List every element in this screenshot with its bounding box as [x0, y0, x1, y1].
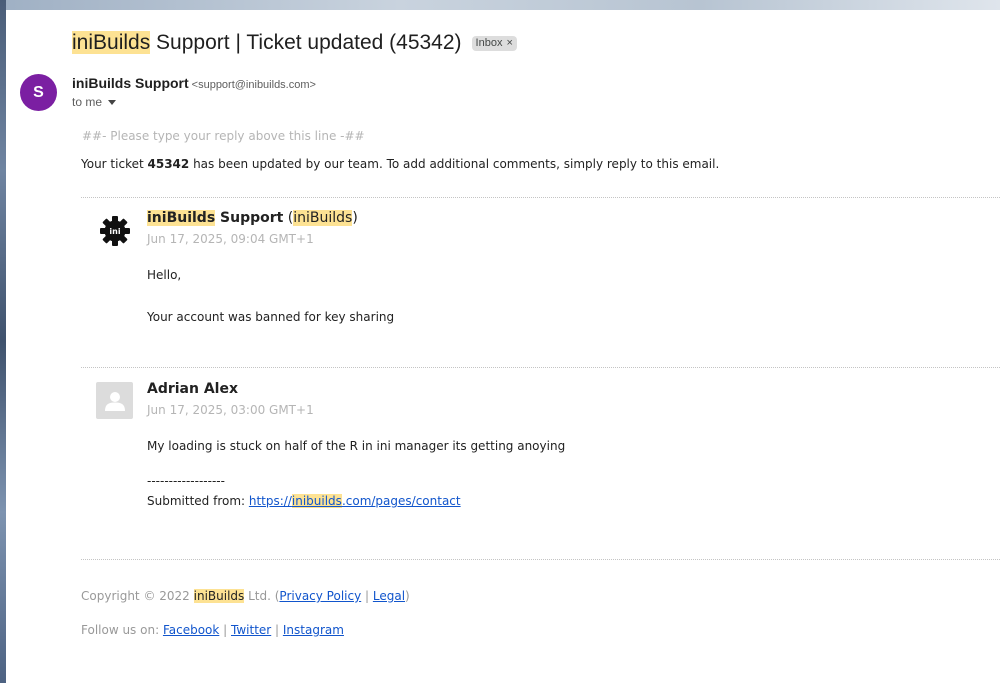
sender-row: iniBuilds Support <support@inibuilds.com> — [72, 75, 316, 93]
inibuilds-gear-logo: ini — [96, 212, 133, 249]
follow-us-label: Follow us on: — [81, 623, 163, 637]
window-left-edge — [0, 0, 6, 683]
entry-author-customer: Adrian Alex — [147, 381, 239, 397]
submitted-from-label: Submitted from: — [147, 494, 249, 508]
sender-email: <support@inibuilds.com> — [191, 79, 316, 91]
instagram-link[interactable]: Instagram — [283, 623, 344, 637]
footer-brand-highlight: iniBuilds — [193, 589, 245, 603]
subject-brand-highlight: iniBuilds — [72, 31, 151, 54]
message-separator: ------------------ — [147, 474, 225, 488]
submitted-from-line: Submitted from: https://inibuilds.com/pa… — [147, 494, 461, 508]
window-top-edge — [0, 0, 1000, 10]
copyright-suffix: Ltd. ( — [244, 589, 280, 603]
ticket-number: 45342 — [147, 157, 190, 171]
subject-row: iniBuilds Support | Ticket updated (4534… — [72, 28, 517, 58]
inbox-label-text: Inbox — [475, 36, 503, 49]
entry-org-close: ) — [352, 210, 358, 226]
divider — [81, 559, 1000, 560]
sender-avatar[interactable]: S — [20, 74, 57, 111]
entry-author-brand: iniBuilds — [147, 210, 216, 226]
entry-message-line: Hello, — [147, 268, 182, 282]
subject-text: Support | Ticket updated (45342) — [150, 31, 462, 54]
entry-author-rest: Support — [215, 210, 284, 226]
entry-date: Jun 17, 2025, 09:04 GMT+1 — [147, 232, 314, 246]
inbox-label-chip[interactable]: Inbox × — [471, 35, 517, 51]
entry-org-name: iniBuilds — [293, 210, 353, 226]
user-avatar-placeholder — [96, 382, 133, 419]
footer-close-paren: ) — [405, 589, 410, 603]
legal-link[interactable]: Legal — [373, 589, 405, 603]
gear-logo-text: ini — [109, 227, 120, 236]
contact-page-link[interactable]: https://inibuilds.com/pages/contact — [249, 494, 461, 508]
link-suffix: .com/pages/contact — [341, 494, 461, 508]
recipient-details-toggle[interactable]: to me — [72, 95, 117, 109]
entry-message-line: Your account was banned for key sharing — [147, 310, 395, 324]
divider — [81, 367, 1000, 368]
reply-above-line: ##- Please type your reply above this li… — [82, 129, 365, 143]
entry-org-open: ( — [283, 210, 294, 226]
person-icon — [104, 391, 125, 411]
recipient-text: to me — [72, 95, 103, 109]
footer-separator: | — [219, 623, 231, 637]
entry-author-inibuilds: iniBuilds Support (iniBuilds) — [147, 210, 358, 226]
footer-social: Follow us on: Facebook | Twitter | Insta… — [81, 623, 344, 637]
email-subject: iniBuilds Support | Ticket updated (4534… — [72, 31, 462, 55]
link-prefix: https:// — [248, 494, 292, 508]
copyright-text: Copyright © 2022 — [81, 589, 194, 603]
twitter-link[interactable]: Twitter — [231, 623, 271, 637]
remove-label-icon[interactable]: × — [506, 37, 512, 49]
ticket-text-pre: Your ticket — [81, 157, 148, 171]
footer-separator: | — [271, 623, 283, 637]
link-brand-highlight: inibuilds — [291, 494, 342, 508]
caret-down-icon[interactable] — [108, 99, 117, 105]
entry-message-line: My loading is stuck on half of the R in … — [147, 439, 566, 453]
footer-separator: | — [361, 589, 373, 603]
ticket-update-message: Your ticket 45342 has been updated by ou… — [81, 157, 719, 171]
sender-name[interactable]: iniBuilds Support — [72, 75, 189, 91]
facebook-link[interactable]: Facebook — [163, 623, 219, 637]
footer-copyright: Copyright © 2022 iniBuilds Ltd. (Privacy… — [81, 589, 410, 603]
ticket-text-post: has been updated by our team. To add add… — [189, 157, 720, 171]
privacy-policy-link[interactable]: Privacy Policy — [279, 589, 361, 603]
gear-icon: ini — [99, 215, 130, 246]
divider — [81, 197, 1000, 198]
entry-date: Jun 17, 2025, 03:00 GMT+1 — [147, 403, 314, 417]
